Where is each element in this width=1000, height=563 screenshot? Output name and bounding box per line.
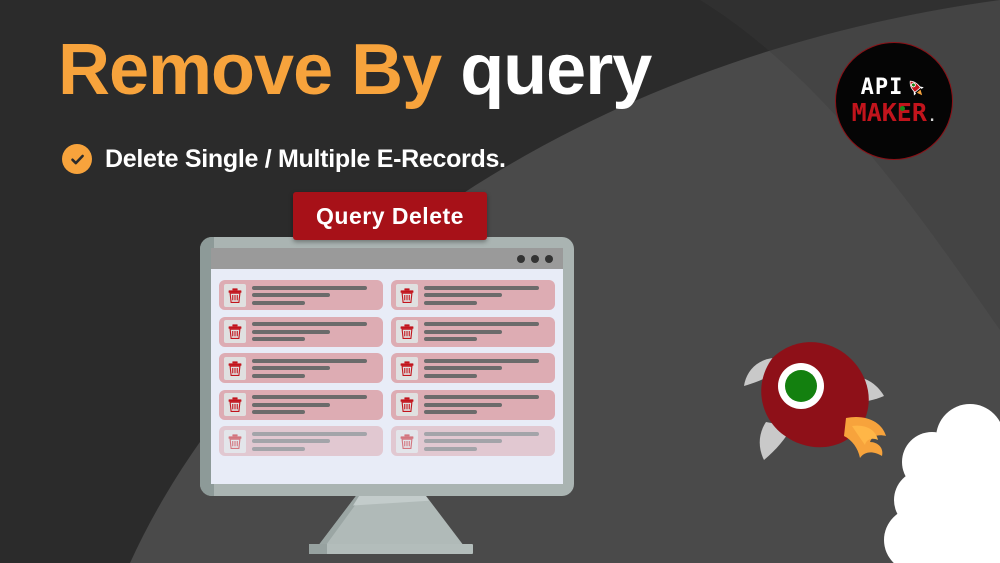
record-text-lines	[252, 395, 377, 414]
record-text-lines	[424, 285, 549, 305]
record-row[interactable]	[391, 389, 555, 420]
record-text-line	[252, 285, 367, 290]
brand-name-bottom: MAKER	[851, 98, 927, 127]
smoke-cloud	[884, 404, 1000, 563]
record-text-lines	[252, 322, 377, 341]
record-text-line	[252, 322, 367, 326]
record-text-lines	[252, 358, 377, 378]
record-text-line	[252, 395, 367, 399]
record-text-line	[252, 337, 305, 341]
record-text-line	[252, 358, 367, 363]
record-text-line	[252, 410, 305, 414]
record-column	[391, 280, 555, 456]
window-control-dot-icon[interactable]	[517, 254, 525, 263]
trash-icon[interactable]	[396, 283, 418, 307]
record-text-line	[252, 439, 330, 443]
record-text-line	[252, 329, 330, 334]
page-title: Remove By query	[58, 34, 652, 106]
record-row[interactable]	[391, 426, 555, 456]
poster-canvas: Remove By query Delete Single / Multiple…	[0, 0, 1000, 563]
record-column	[219, 280, 383, 456]
brand-badge: API MAKER .	[835, 42, 953, 160]
record-text-line	[424, 439, 502, 443]
window-control-dot-icon[interactable]	[545, 254, 553, 263]
monitor-stand-base-shadow	[309, 544, 327, 554]
record-text-line	[424, 293, 502, 297]
trash-icon[interactable]	[224, 356, 246, 380]
page-title-plain: query	[460, 30, 652, 110]
record-text-lines	[252, 285, 377, 305]
record-text-line	[424, 410, 477, 414]
rocket-porthole-glass	[785, 370, 817, 402]
record-text-line	[424, 446, 477, 451]
trash-icon[interactable]	[224, 283, 246, 307]
trash-icon[interactable]	[396, 429, 418, 453]
trash-icon[interactable]	[224, 320, 246, 343]
window-titlebar	[211, 248, 563, 269]
record-text-line	[424, 300, 477, 305]
brand-name-top: API	[860, 75, 904, 100]
trash-icon[interactable]	[224, 393, 246, 416]
record-row[interactable]	[391, 280, 555, 310]
record-text-line	[252, 402, 330, 407]
record-row[interactable]	[391, 316, 555, 347]
record-row[interactable]	[219, 316, 383, 347]
record-text-line	[252, 366, 330, 370]
record-text-line	[424, 358, 539, 363]
trash-icon[interactable]	[224, 429, 246, 453]
rocket-icon	[910, 80, 925, 96]
trash-icon[interactable]	[396, 393, 418, 416]
record-text-line	[424, 337, 477, 341]
record-row[interactable]	[219, 353, 383, 383]
record-text-line	[424, 402, 502, 407]
record-text-line	[424, 285, 539, 290]
check-circle-icon	[62, 144, 92, 174]
record-text-line	[424, 395, 539, 399]
monitor-illustration	[200, 237, 574, 496]
monitor-bezel	[200, 237, 574, 496]
record-text-line	[252, 373, 305, 378]
record-text-line	[252, 293, 330, 297]
record-row[interactable]	[391, 353, 555, 383]
brand-top-row: API	[861, 77, 928, 99]
record-text-line	[252, 431, 367, 436]
monitor-stand-base	[309, 544, 473, 554]
page-subtitle: Delete Single / Multiple E-Records.	[62, 144, 506, 174]
record-list	[211, 269, 563, 456]
query-delete-button-label: Query Delete	[316, 202, 464, 229]
record-text-line	[424, 373, 477, 378]
record-row[interactable]	[219, 389, 383, 420]
record-row[interactable]	[219, 280, 383, 310]
record-text-line	[424, 431, 539, 436]
record-text-lines	[424, 431, 549, 451]
record-row[interactable]	[219, 426, 383, 456]
record-text-line	[424, 366, 502, 370]
monitor-screen	[211, 248, 563, 484]
record-text-line	[252, 446, 305, 451]
brand-green-dot	[899, 106, 905, 111]
record-text-line	[424, 329, 502, 334]
page-subtitle-text: Delete Single / Multiple E-Records.	[105, 144, 506, 173]
record-text-lines	[424, 358, 549, 378]
brand-trailing-dot: .	[927, 109, 937, 125]
record-text-line	[424, 322, 539, 326]
window-control-dot-icon[interactable]	[531, 254, 539, 263]
record-text-line	[252, 300, 305, 305]
record-text-lines	[252, 431, 377, 451]
query-delete-button[interactable]: Query Delete	[293, 192, 487, 240]
record-text-lines	[424, 395, 549, 414]
page-title-accent: Remove By	[58, 30, 442, 110]
record-text-lines	[424, 322, 549, 341]
trash-icon[interactable]	[396, 356, 418, 380]
trash-icon[interactable]	[396, 320, 418, 343]
